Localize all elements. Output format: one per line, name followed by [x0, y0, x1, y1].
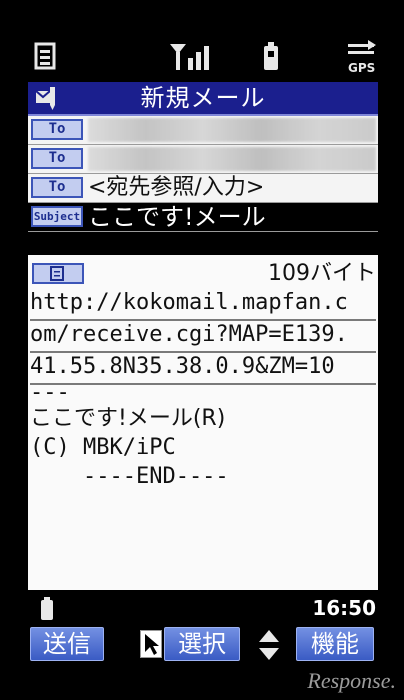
body-line-5: ここです!メール(R): [30, 406, 226, 431]
title-bar: 新規メール: [28, 82, 378, 116]
up-down-icon: [256, 628, 282, 662]
clock: 16:50: [312, 596, 376, 620]
message-body[interactable]: 109バイト http://kokomail.mapfan.c om/recei…: [28, 255, 378, 590]
body-line-7: ----END----: [30, 464, 229, 489]
to-label-2: To: [31, 148, 83, 169]
to-label-3: To: [31, 177, 83, 198]
function-softkey[interactable]: 機能: [296, 627, 374, 661]
to-label-1: To: [31, 119, 83, 140]
body-line-2: om/receive.cgi?MAP=E139.: [30, 319, 376, 353]
send-softkey[interactable]: 送信: [30, 627, 104, 661]
status-bar: GPS: [28, 38, 378, 82]
memo-icon: [34, 42, 56, 74]
blurred-recipient-1: [88, 118, 376, 142]
body-line-1: http://kokomail.mapfan.c: [30, 287, 376, 321]
message-size: 109バイト: [268, 261, 376, 286]
screen-title: 新規メール: [140, 84, 266, 112]
battery-icon: [262, 42, 280, 76]
to-field-2[interactable]: To: [28, 145, 378, 174]
signal-icon: [168, 42, 212, 76]
watermark: Response.: [307, 668, 396, 693]
cursor-icon: [140, 630, 162, 658]
gps-label: GPS: [348, 61, 375, 75]
subject-value: ここです!メール: [88, 203, 266, 231]
blurred-recipient-2: [88, 147, 376, 171]
subject-label: Subject: [31, 206, 83, 227]
document-icon: [32, 263, 84, 284]
gps-icon: GPS: [346, 40, 378, 80]
body-line-6: (C) MBK/iPC: [30, 435, 176, 460]
bottom-status-bar: 16:50: [28, 595, 378, 623]
to-field-1[interactable]: To: [28, 116, 378, 145]
phone-screen: GPS 新規メール To To To <宛先参照/入力> Subject ここで…: [0, 0, 404, 700]
select-softkey[interactable]: 選択: [164, 627, 240, 661]
to-field-3[interactable]: To <宛先参照/入力>: [28, 174, 378, 203]
subject-field[interactable]: Subject ここです!メール: [28, 203, 378, 232]
body-header: 109バイト: [28, 260, 378, 288]
battery-small-icon: [40, 597, 54, 625]
recipient-placeholder: <宛先参照/入力>: [88, 175, 265, 200]
